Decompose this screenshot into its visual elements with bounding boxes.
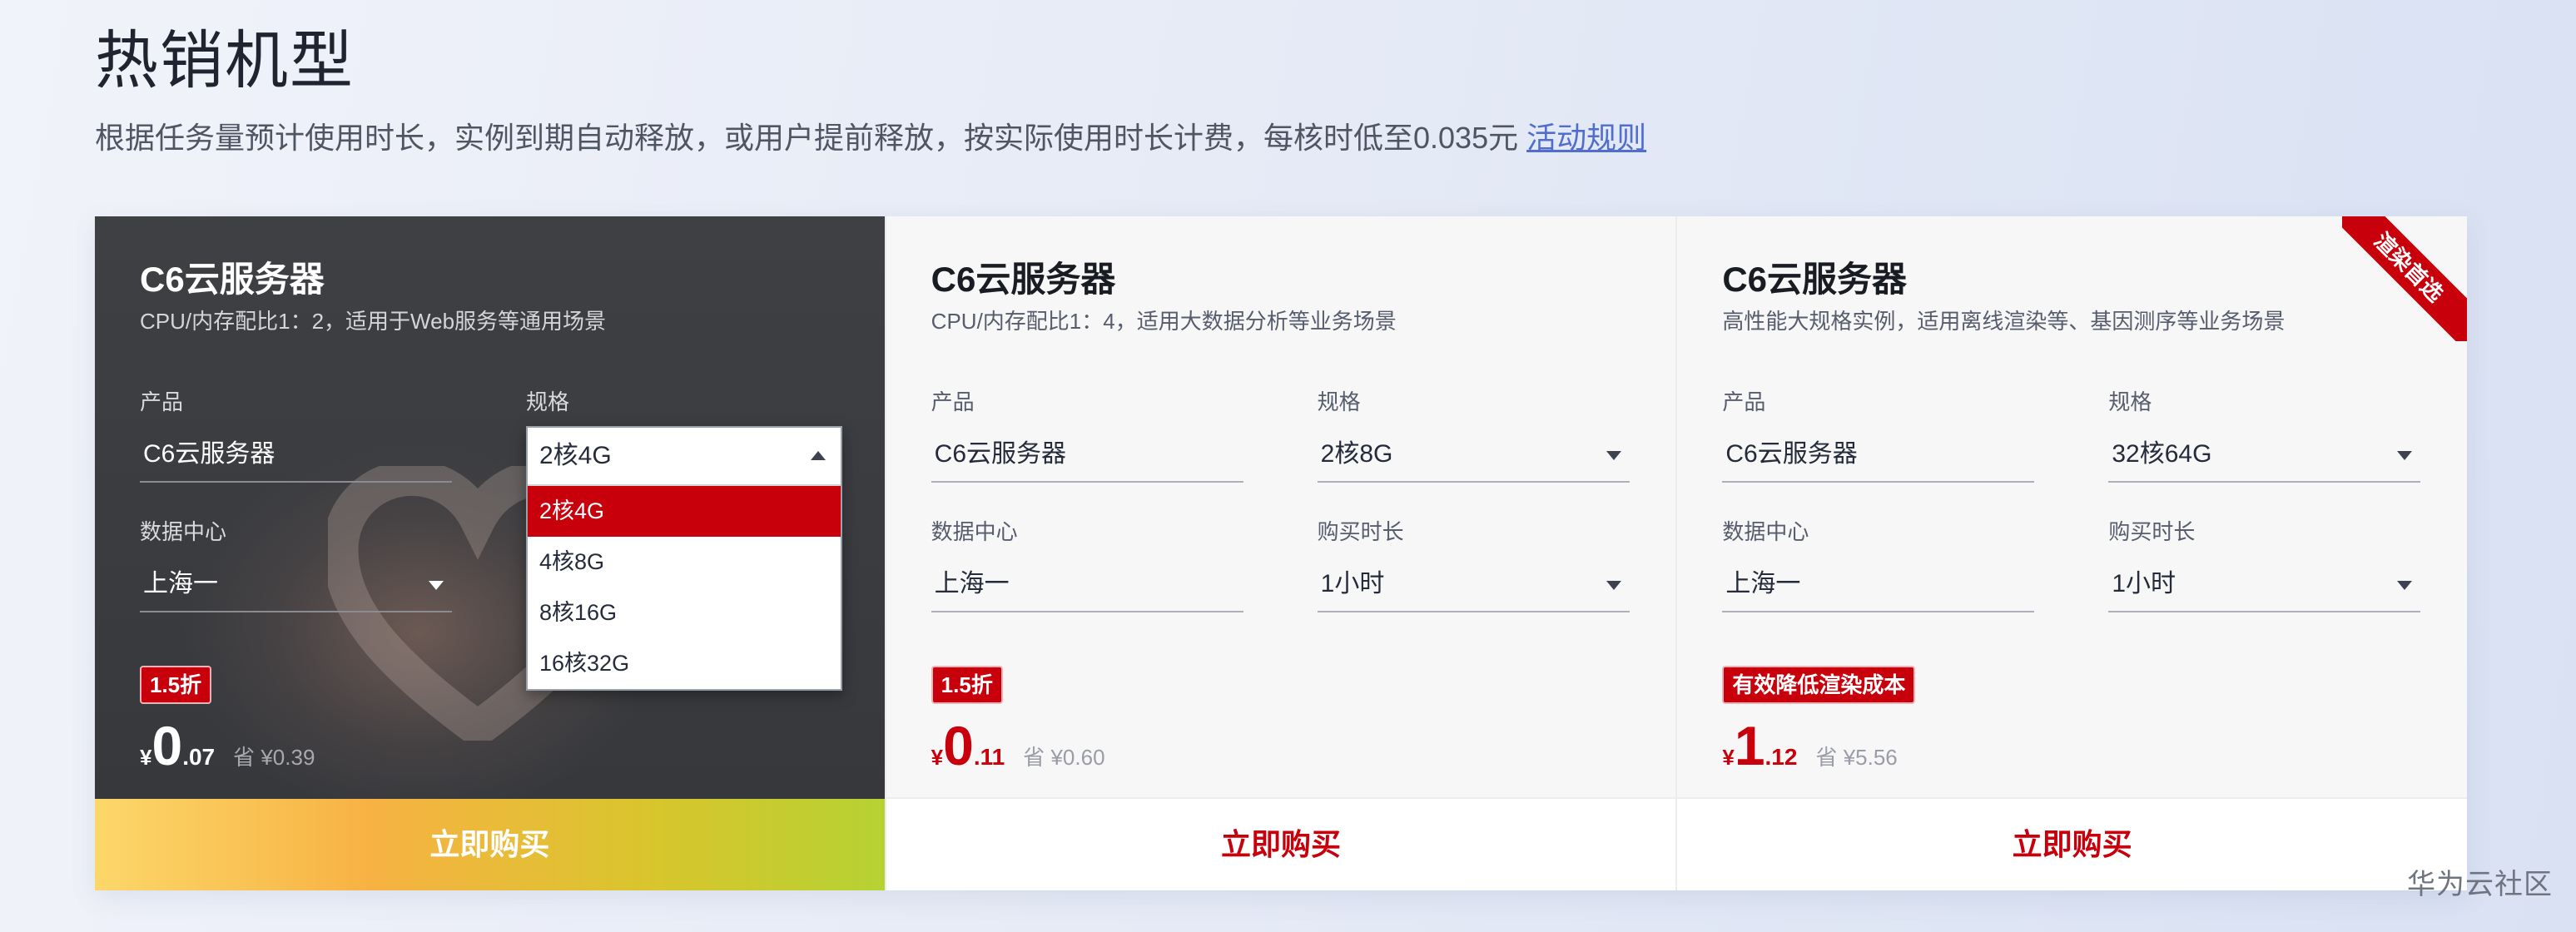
datacenter-label: 数据中心 — [140, 519, 227, 544]
ribbon-label: 渲染首选 — [2342, 216, 2468, 341]
datacenter-value: 上海一 — [934, 570, 1010, 597]
product-label: 产品 — [931, 389, 975, 414]
datacenter-value: 上海一 — [1725, 570, 1801, 597]
product-value: C6云服务器 — [934, 440, 1067, 468]
datacenter-label: 数据中心 — [931, 519, 1018, 544]
datacenter-field[interactable]: 上海一 — [1722, 556, 2035, 612]
spec-option[interactable]: 4核8G — [528, 537, 841, 587]
datacenter-label: 数据中心 — [1722, 519, 1809, 544]
spec-value: 2核8G — [1320, 440, 1393, 468]
product-value: C6云服务器 — [143, 440, 275, 468]
spec-select[interactable]: 2核8G — [1317, 426, 1630, 483]
product-card-2: C6云服务器 CPU/内存配比1：4，适用大数据分析等业务场景 产品 C6云服务… — [884, 216, 1676, 890]
rules-link[interactable]: 活动规则 — [1526, 121, 1646, 155]
duration-select[interactable]: 1小时 — [2108, 556, 2421, 612]
duration-value: 1小时 — [2112, 570, 2176, 597]
dropdown-caret-icon — [2397, 451, 2413, 460]
price-currency: ¥ — [931, 745, 944, 770]
card-title: C6云服务器 — [1722, 260, 1908, 299]
dropdown-caret-icon — [2397, 581, 2413, 590]
product-card-1: C6云服务器 CPU/内存配比1：2，适用于Web服务等通用场景 产品 C6云服… — [95, 216, 885, 890]
spec-label: 规格 — [2108, 389, 2152, 414]
spec-label: 规格 — [526, 389, 570, 414]
buy-now-button[interactable]: 立即购买 — [886, 797, 1676, 890]
price-savings: 省 ¥0.60 — [1023, 745, 1105, 770]
dropdown-caret-icon — [429, 581, 444, 590]
discount-badge: 1.5折 — [140, 666, 212, 704]
section-title: 热销机型 — [95, 26, 355, 97]
price-integer: 0 — [151, 715, 183, 776]
card-subtitle: CPU/内存配比1：4，适用大数据分析等业务场景 — [931, 309, 1397, 334]
spec-dropdown[interactable]: 2核4G 2核4G 4核8G 8核16G 16核32G — [526, 426, 842, 691]
price: ¥1.12 省 ¥5.56 — [1722, 712, 1897, 779]
spec-label: 规格 — [1317, 389, 1361, 414]
product-label: 产品 — [140, 389, 184, 414]
dropdown-caret-icon — [1606, 451, 1621, 460]
card-title: C6云服务器 — [931, 260, 1116, 299]
spec-value: 2核4G — [539, 442, 612, 469]
product-field[interactable]: C6云服务器 — [931, 426, 1243, 483]
duration-value: 1小时 — [1320, 570, 1385, 597]
description-text: 根据任务量预计使用时长，实例到期自动释放，或用户提前释放，按实际使用时长计费，每… — [95, 121, 1519, 155]
product-field[interactable]: C6云服务器 — [1722, 426, 2035, 483]
spec-value: 32核64G — [2112, 440, 2212, 468]
price: ¥0.11 省 ¥0.60 — [931, 712, 1105, 779]
price-currency: ¥ — [140, 745, 152, 770]
price-currency: ¥ — [1722, 745, 1735, 770]
spec-select[interactable]: 32核64G — [2108, 426, 2421, 483]
product-value: C6云服务器 — [1725, 440, 1858, 468]
dropdown-caret-up-icon — [811, 451, 826, 460]
price: ¥0.07 省 ¥0.39 — [140, 712, 315, 779]
duration-select[interactable]: 1小时 — [1317, 556, 1630, 612]
datacenter-field[interactable]: 上海一 — [931, 556, 1243, 612]
price-decimal: .12 — [1764, 744, 1798, 770]
duration-label: 购买时长 — [1317, 519, 1404, 544]
product-label: 产品 — [1722, 389, 1766, 414]
duration-label: 购买时长 — [2108, 519, 2196, 544]
spec-select[interactable]: 2核4G — [528, 428, 841, 486]
datacenter-select[interactable]: 上海一 — [140, 556, 452, 612]
section-description: 根据任务量预计使用时长，实例到期自动释放，或用户提前释放，按实际使用时长计费，每… — [95, 116, 1646, 160]
watermark: 华为云社区 — [2407, 869, 2553, 900]
spec-option[interactable]: 2核4G — [528, 486, 841, 537]
card-subtitle: 高性能大规格实例，适用离线渲染等、基因测序等业务场景 — [1722, 309, 2286, 334]
product-cards: C6云服务器 CPU/内存配比1：2，适用于Web服务等通用场景 产品 C6云服… — [95, 216, 2468, 890]
price-integer: 1 — [1734, 715, 1765, 776]
dropdown-caret-icon — [1606, 581, 1621, 590]
product-card-3: 渲染首选 C6云服务器 高性能大规格实例，适用离线渲染等、基因测序等业务场景 产… — [1675, 216, 2468, 890]
corner-ribbon: 渲染首选 — [2342, 216, 2468, 341]
discount-badge: 1.5折 — [931, 666, 1003, 704]
spec-option[interactable]: 16核32G — [528, 638, 841, 689]
card-title: C6云服务器 — [140, 260, 325, 299]
promo-badge: 有效降低渲染成本 — [1722, 666, 1916, 704]
card-subtitle: CPU/内存配比1：2，适用于Web服务等通用场景 — [140, 309, 607, 334]
price-savings: 省 ¥0.39 — [233, 745, 315, 770]
buy-now-button[interactable]: 立即购买 — [95, 799, 885, 890]
price-decimal: .11 — [973, 744, 1005, 770]
datacenter-value: 上海一 — [143, 570, 218, 597]
product-field[interactable]: C6云服务器 — [140, 426, 452, 483]
price-decimal: .07 — [182, 744, 216, 770]
buy-now-button[interactable]: 立即购买 — [1677, 797, 2468, 890]
spec-option[interactable]: 8核16G — [528, 587, 841, 638]
price-integer: 0 — [943, 715, 974, 776]
price-savings: 省 ¥5.56 — [1815, 745, 1898, 770]
